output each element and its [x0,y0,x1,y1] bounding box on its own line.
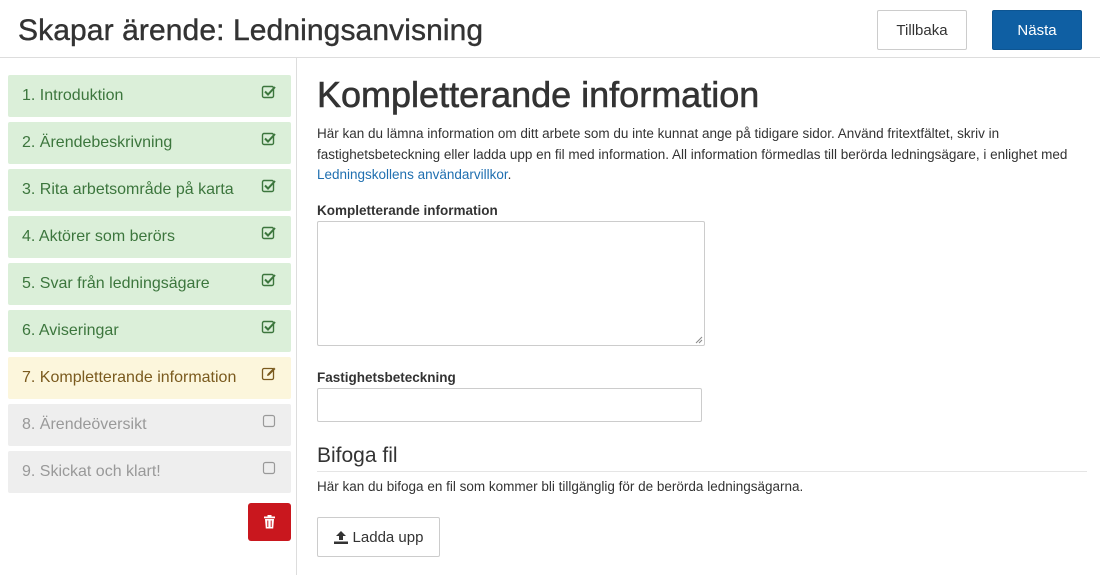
additional-info-label: Kompletterande information [317,203,498,218]
step-aviseringar[interactable]: 6. Aviseringar [8,310,291,352]
check-square-icon [261,273,276,287]
empty-square-icon [262,461,276,475]
step-label: 4. Aktörer som berörs [22,228,175,245]
step-label: 7. Kompletterande information [22,369,237,386]
check-square-icon [261,226,276,240]
delete-case-button[interactable] [248,503,291,541]
intro-text: Här kan du lämna information om ditt arb… [317,124,1087,186]
additional-info-textarea[interactable] [317,221,705,346]
step-label: 2. Ärendebeskrivning [22,134,173,151]
property-label: Fastighetsbeteckning [317,370,456,385]
step-arendebeskrivning[interactable]: 2. Ärendebeskrivning [8,122,291,164]
step-svar-ledningsagare[interactable]: 5. Svar från ledningsägare [8,263,291,305]
section-heading: Kompletterande information [317,74,760,116]
empty-square-icon [262,414,276,428]
property-input[interactable] [317,388,702,422]
upload-label: Ladda upp [352,528,424,546]
step-label: 6. Aviseringar [22,322,119,339]
step-rita-arbetsomrade[interactable]: 3. Rita arbetsområde på karta [8,169,291,211]
check-square-icon [261,320,276,334]
next-button[interactable]: Nästa [992,10,1082,50]
page-title: Skapar ärende: Ledningsanvisning [18,14,484,47]
divider [317,471,1087,472]
step-label: 1. Introduktion [22,87,124,104]
step-aktorer[interactable]: 4. Aktörer som berörs [8,216,291,258]
upload-icon [333,530,348,544]
check-square-icon [261,132,276,146]
header: Skapar ärende: Ledningsanvisning Tillbak… [0,0,1100,58]
back-button[interactable]: Tillbaka [877,10,967,50]
intro-end: . [507,167,512,182]
terms-link[interactable]: Ledningskollens användarvillkor [317,167,508,182]
step-sidebar: 1. Introduktion 2. Ärendebeskrivning 3. … [0,58,297,575]
attach-file-heading: Bifoga fil [317,444,398,467]
step-label: 9. Skickat och klart! [22,463,161,480]
step-arendeoversikt[interactable]: 8. Ärendeöversikt [8,404,291,446]
step-skickat-och-klart[interactable]: 9. Skickat och klart! [8,451,291,493]
upload-button[interactable]: Ladda upp [317,517,440,557]
trash-icon [264,515,275,529]
step-label: 3. Rita arbetsområde på karta [22,181,234,198]
edit-icon [261,367,276,381]
step-kompletterande-information[interactable]: 7. Kompletterande information [8,357,291,399]
intro-body: Här kan du lämna information om ditt arb… [317,126,1068,162]
check-square-icon [261,85,276,99]
attach-file-text: Här kan du bifoga en fil som kommer bli … [317,479,804,494]
step-introduktion[interactable]: 1. Introduktion [8,75,291,117]
step-label: 5. Svar från ledningsägare [22,275,210,292]
resize-grip-icon[interactable] [694,335,703,344]
check-square-icon [261,179,276,193]
step-label: 8. Ärendeöversikt [22,416,147,433]
